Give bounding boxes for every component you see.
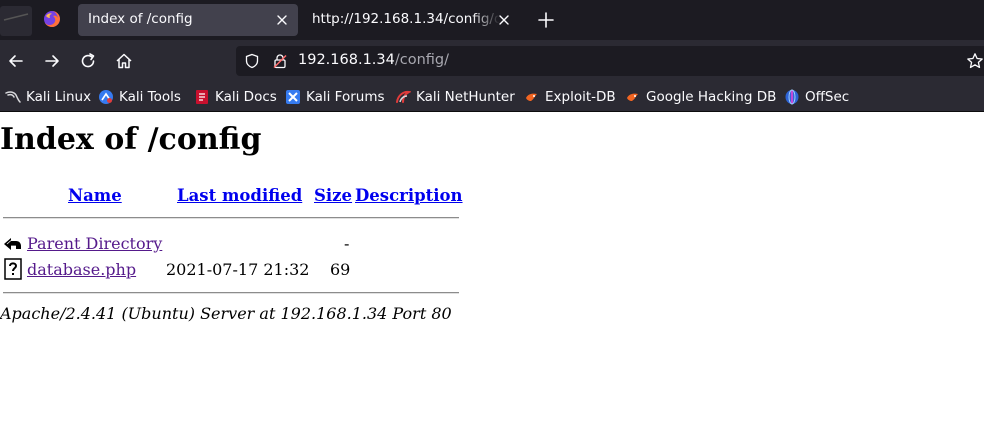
kali-dragon-icon [5,91,21,103]
url-host: 192.168.1.34 [298,52,395,68]
tab-title: Index of /config [88,11,193,27]
kali-forums-icon [286,90,300,104]
column-header-last-modified[interactable]: Last modified [177,186,302,205]
exploit-db-icon [526,93,537,101]
bookmark-label: Kali Linux [26,89,92,105]
offsec-icon [785,89,799,105]
close-icon[interactable] [274,12,290,28]
ghdb-icon [627,93,638,101]
column-header-description[interactable]: Description [355,186,463,205]
bookmark-kali-tools[interactable]: Kali Tools [98,88,181,106]
forward-arrow-icon[interactable] [42,51,62,71]
tab-strip: Index of /config http://192.168.1.34/con… [0,0,984,40]
page-heading: Index of /config [0,122,262,157]
bookmark-label: Google Hacking DB [646,89,777,105]
tab-title: http://192.168.1.34/config/database.php [312,11,500,27]
tracking-protection-shield-icon[interactable] [244,53,260,69]
bookmark-kali-docs[interactable]: Kali Docs [194,88,277,106]
bookmark-label: Exploit-DB [545,89,616,105]
kali-docs-icon [196,90,208,104]
firefox-icon[interactable] [43,10,61,28]
bookmark-label: OffSec [805,89,850,105]
column-header-size[interactable]: Size [314,186,352,205]
close-icon[interactable] [496,12,512,28]
bookmark-star-icon[interactable] [966,52,984,70]
new-tab-plus-icon[interactable] [536,10,556,30]
bookmark-google-hacking-db[interactable]: Google Hacking DB [625,88,776,106]
navigation-toolbar: 192.168.1.34/config/ [0,40,984,82]
database-php-link[interactable]: database.php [27,260,136,279]
reload-icon[interactable] [78,51,98,71]
unknown-file-icon [4,258,22,280]
address-bar[interactable]: 192.168.1.34/config/ [236,46,984,76]
bookmarks-toolbar: Kali Linux Kali Tools Kali Docs Kali For… [0,82,984,112]
previous-tab-edge [0,6,32,36]
bookmark-label: Kali Forums [306,89,385,105]
bookmark-kali-linux[interactable]: Kali Linux [5,88,91,106]
row-size: 69 [330,260,351,279]
row-last-modified: 2021-07-17 21:32 [166,260,310,279]
home-icon[interactable] [114,51,134,71]
column-header-name[interactable]: Name [68,186,122,205]
header-divider [3,217,459,219]
nethunter-icon [396,90,411,103]
bookmark-label: Kali Docs [215,89,277,105]
bookmark-label: Kali Tools [119,89,181,105]
tab-database-php[interactable]: http://192.168.1.34/config/database.php [302,4,520,36]
url-path: /config/ [394,52,450,68]
row-size: - [344,234,350,253]
back-arrow-icon[interactable] [6,51,26,71]
server-signature: Apache/2.4.41 (Ubuntu) Server at 192.168… [0,304,452,323]
page-content: Index of /config Name Last modified Size… [0,113,984,442]
url-text[interactable]: 192.168.1.34/config/ [298,52,449,68]
bookmark-kali-nethunter[interactable]: Kali NetHunter [395,88,515,106]
bookmark-kali-forums[interactable]: Kali Forums [285,88,385,106]
bookmark-exploit-db[interactable]: Exploit-DB [524,88,616,106]
footer-divider [3,292,459,294]
bookmark-offsec[interactable]: OffSec [784,88,849,106]
kali-tools-icon [99,90,113,104]
bookmark-label: Kali NetHunter [416,89,515,105]
tab-index-config[interactable]: Index of /config [78,4,298,36]
parent-directory-link[interactable]: Parent Directory [27,234,162,253]
back-arrow-icon [4,238,21,250]
insecure-lock-icon[interactable] [272,53,288,69]
